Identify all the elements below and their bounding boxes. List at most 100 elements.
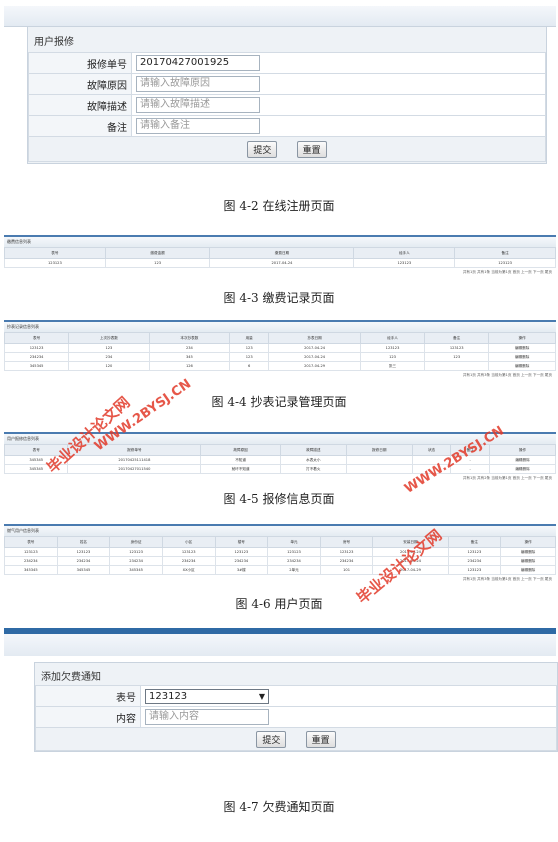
fault-description-input[interactable]: 请输入故障描述 xyxy=(136,97,260,113)
table-cell: 234234 xyxy=(3,352,70,362)
table-cell: 123123 xyxy=(447,547,502,557)
table-cell: 6 xyxy=(229,361,270,371)
table-cell: 345345 xyxy=(56,565,111,575)
edit-delete-link[interactable]: 编辑删除 xyxy=(500,565,556,575)
content-input[interactable]: 请输入内容 xyxy=(145,709,269,725)
field-label: 故障描述 xyxy=(28,94,132,116)
table-cell: 345 xyxy=(148,352,231,362)
table-cell: 123123 xyxy=(267,547,321,557)
column-header: 备注 xyxy=(424,332,490,344)
remark-input[interactable]: 请输入备注 xyxy=(136,118,260,134)
table-cell: 345345 xyxy=(3,361,70,371)
dropdown-arrow-icon: ▼ xyxy=(258,691,265,701)
meter-number-select[interactable]: 123123 ▼ xyxy=(145,688,269,704)
column-header: 表号 xyxy=(4,536,58,548)
column-header: 故障描述 xyxy=(279,444,347,456)
table-header-row: 表号 上次抄表数 本次抄表数 用量 抄表日期 经手人 备注 操作 xyxy=(3,332,556,344)
repair-form-table: 报修单号 20170427001925 故障原因 请输入故障原因 故障描述 请输… xyxy=(28,52,546,162)
table-cell: 234234 xyxy=(161,556,216,566)
edit-delete-link[interactable]: 编辑删除 xyxy=(489,464,556,474)
table-row: 123123 123123 123123 123123 123123 12312… xyxy=(4,547,556,557)
table-cell: 打不着火 xyxy=(279,464,347,474)
table-cell: 2单元 xyxy=(267,565,321,575)
edit-delete-link[interactable]: 编辑删除 xyxy=(489,455,556,465)
table-cell: 2017-04-24 xyxy=(209,258,355,268)
table-cell: 234234 xyxy=(109,556,163,566)
table-cell: 234234 xyxy=(447,556,502,566)
submit-button[interactable]: 提交 xyxy=(256,730,287,748)
table-cell: 123123 xyxy=(424,343,490,353)
field-label: 故障原因 xyxy=(28,73,132,95)
table-header-row: 表号 姓名 身份证 小区 楼号 单元 房号 安装日期 备注 操作 xyxy=(4,536,556,548)
table-cell xyxy=(345,464,413,474)
reset-button[interactable]: 重置 xyxy=(305,730,336,748)
table-cell: 2017-04-24 xyxy=(268,343,361,353)
list-title: 抄表记录信息列表 xyxy=(4,320,556,332)
edit-delete-link[interactable]: 编辑删除 xyxy=(500,556,556,566)
pagination[interactable]: 共有1页 共有2条 当前为第1页 首页 上一页 下一页 尾页 xyxy=(4,474,556,483)
table-row: 123123 123 2017-04-24 123123 123123 xyxy=(4,258,556,268)
list-title: 燃气用户信息列表 xyxy=(4,524,556,536)
column-header: 操作 xyxy=(489,444,556,456)
field-label: 报修单号 xyxy=(28,52,132,74)
table-cell: 123 xyxy=(424,352,490,362)
table-cell: 就坏不知道 xyxy=(200,464,281,474)
column-header: 小区 xyxy=(161,536,216,548)
meter-records-screen: 抄表记录信息列表 表号 上次抄表数 本次抄表数 用量 抄表日期 经手人 备注 操… xyxy=(3,320,556,380)
repair-number-input[interactable]: 20170427001925 xyxy=(136,55,260,71)
edit-delete-link[interactable]: 编辑删除 xyxy=(488,352,556,362)
table-cell: 123123 xyxy=(161,547,216,557)
table-cell: 234234 xyxy=(319,556,374,566)
payment-table: 表号 缴费金额 缴费日期 经手人 备注 123123 123 2017-04-2… xyxy=(4,247,556,268)
users-table: 表号 姓名 身份证 小区 楼号 单元 房号 安装日期 备注 操作 123123 … xyxy=(4,536,556,575)
column-header: 抄表日期 xyxy=(268,332,361,344)
column-header: 缴费金额 xyxy=(104,247,211,259)
caption-4-2: 图 4-2 在线注册页面 xyxy=(223,199,335,213)
column-header: 房号 xyxy=(319,536,374,548)
fault-reason-input[interactable]: 请输入故障原因 xyxy=(136,76,260,92)
field-label: 内容 xyxy=(35,706,141,728)
top-header-bar xyxy=(4,6,556,27)
gas-users-screen: 燃气用户信息列表 表号 姓名 身份证 小区 楼号 单元 房号 安装日期 备注 操… xyxy=(4,524,556,584)
edit-delete-link[interactable]: 编辑删除 xyxy=(488,361,556,371)
reset-button[interactable]: 重置 xyxy=(296,140,327,158)
table-cell: 345345 xyxy=(109,565,163,575)
table-cell: 123 xyxy=(68,343,150,353)
column-header: 经手人 xyxy=(353,247,456,259)
payment-records-screen: 缴费信息列表 表号 缴费金额 缴费日期 经手人 备注 123123 123 20… xyxy=(4,235,556,277)
table-cell: 234 xyxy=(148,343,231,353)
table-cell: 123123 xyxy=(447,565,502,575)
column-header: 身份证 xyxy=(109,536,163,548)
pagination[interactable]: 共有1页 共有3条 当前为第1页 首页 上一页 下一页 尾页 xyxy=(4,371,556,380)
column-header: 楼号 xyxy=(214,536,269,548)
column-header: 经手人 xyxy=(359,332,426,344)
table-cell: 123123 xyxy=(56,547,111,557)
caption-4-7: 图 4-7 欠费通知页面 xyxy=(223,800,335,814)
table-cell: 101 xyxy=(319,565,374,575)
table-row: 234234 234234 234234 234234 234234 23423… xyxy=(4,556,556,566)
table-row: 123123 123 234 123 2017-04-24 123123 123… xyxy=(3,343,556,353)
table-cell: 123123 xyxy=(109,547,163,557)
table-cell: 123 xyxy=(359,352,426,362)
table-cell: 120 xyxy=(68,361,150,371)
edit-delete-link[interactable]: 编辑删除 xyxy=(500,547,556,557)
column-header: 单元 xyxy=(267,536,321,548)
table-cell: 20170425111418 xyxy=(67,455,202,465)
edit-delete-link[interactable]: 编辑删除 xyxy=(488,343,556,353)
list-title: 缴费信息列表 xyxy=(4,235,556,247)
caption-4-3: 图 4-3 缴费记录页面 xyxy=(223,291,335,305)
column-header: 备注 xyxy=(454,247,556,259)
table-cell: 2017-04-24 xyxy=(268,352,361,362)
table-cell: 水表太小 xyxy=(279,455,347,465)
column-header: 报修日期 xyxy=(345,444,413,456)
table-cell: 234234 xyxy=(214,556,269,566)
field-label: 表号 xyxy=(35,685,141,707)
pagination[interactable]: 共有1页 共有3条 当前为第1页 首页 上一页 下一页 尾页 xyxy=(4,575,556,584)
table-cell: 123123 xyxy=(454,258,556,268)
submit-button[interactable]: 提交 xyxy=(247,140,278,158)
table-cell: 234234 xyxy=(267,556,321,566)
pagination[interactable]: 共有1页 共有1条 当前为第1页 首页 上一页 下一页 尾页 xyxy=(4,268,556,277)
column-header: 备注 xyxy=(447,536,502,548)
table-cell: 张三 xyxy=(359,361,426,371)
column-header: 故障原因 xyxy=(200,444,281,456)
